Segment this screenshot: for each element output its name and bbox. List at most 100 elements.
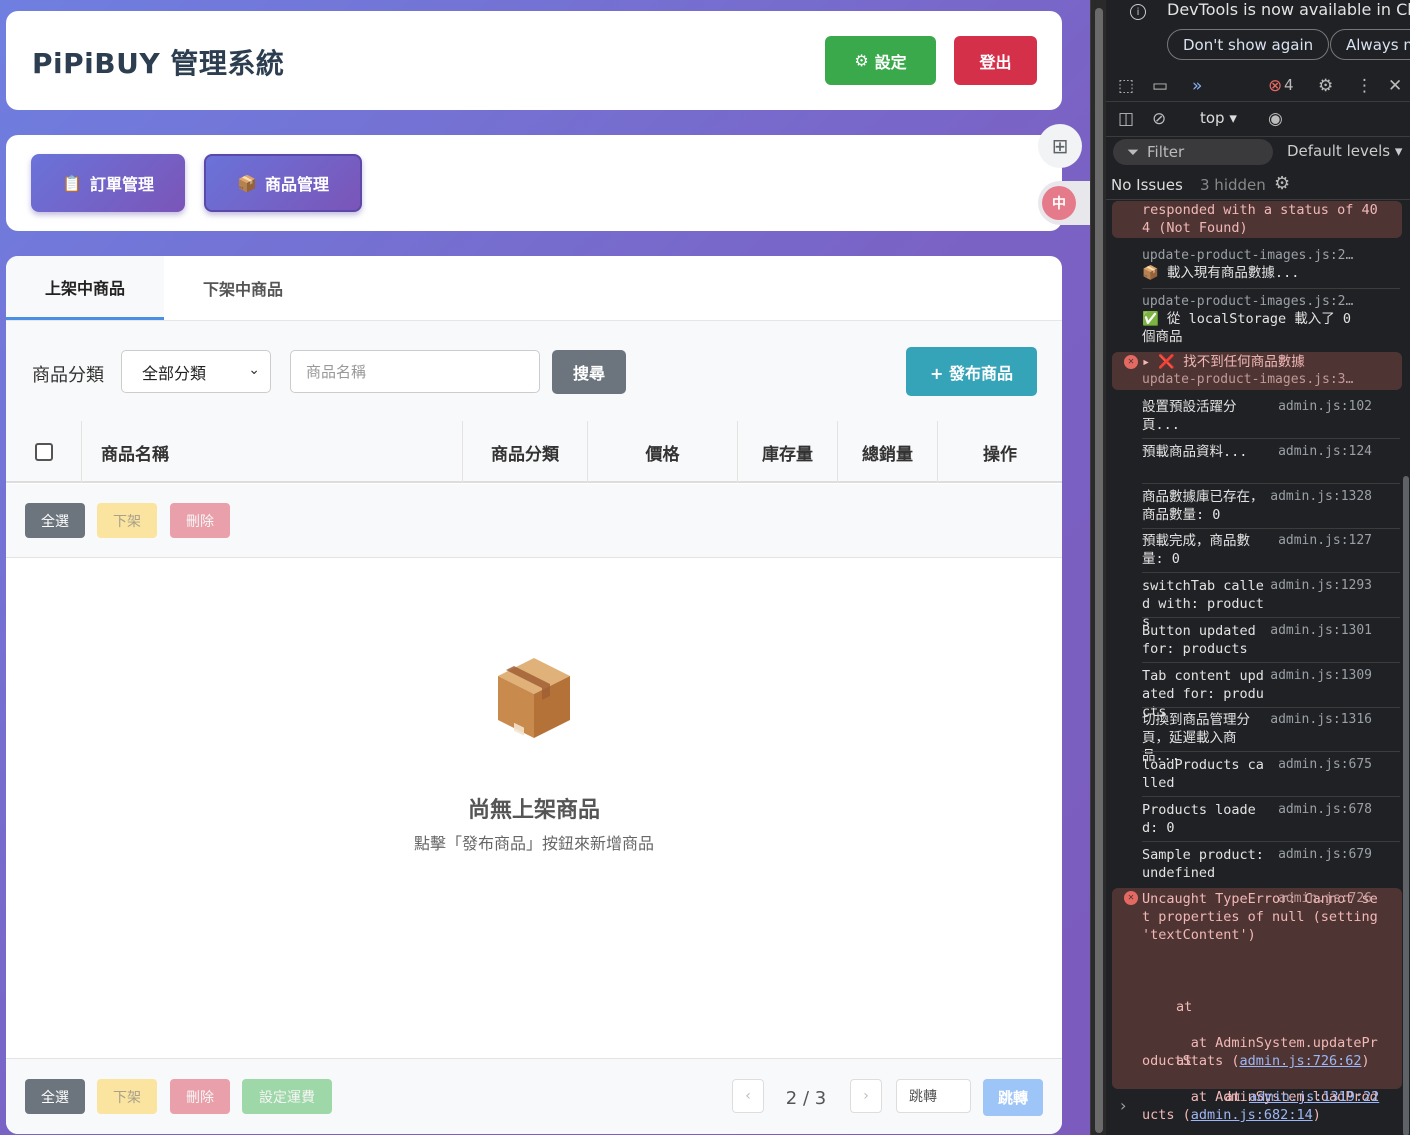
category-select[interactable]: 全部分類 ⌄: [121, 350, 271, 393]
context-value: top: [1200, 109, 1225, 127]
info-icon: i: [1130, 4, 1146, 20]
stack-text: at: [1224, 1089, 1250, 1105]
error-icon[interactable]: ⊗: [1268, 76, 1282, 96]
sidebar-toggle-icon[interactable]: ◫: [1118, 109, 1134, 129]
column-header[interactable]: 商品名稱: [82, 421, 463, 483]
log-text: 商品數據庫已存在，商品數量: 0: [1142, 489, 1264, 523]
column-header[interactable]: 總銷量: [838, 421, 938, 483]
next-page-button[interactable]: ›: [850, 1079, 882, 1113]
context-select[interactable]: top ▾: [1200, 109, 1237, 127]
column-header[interactable]: 商品分類: [463, 421, 588, 483]
clear-console-icon[interactable]: ⊘: [1152, 109, 1166, 129]
console-log-row: 預載商品資料... admin.js:124: [1112, 443, 1402, 479]
console-log-row: 預載完成，商品數量: 0 admin.js:127: [1112, 532, 1402, 568]
log-source[interactable]: admin.js:1328: [1270, 488, 1372, 506]
search-button[interactable]: 搜尋: [552, 350, 626, 394]
console-log-row: 設置預設活躍分頁... admin.js:102: [1112, 398, 1402, 434]
log-source[interactable]: admin.js:726: [1278, 890, 1372, 908]
log-source[interactable]: admin.js:1316: [1270, 711, 1372, 729]
empty-state-hint: 點擊「發布商品」按鈕來新增商品: [413, 834, 654, 853]
log-source[interactable]: admin.js:678: [1278, 801, 1372, 819]
log-source[interactable]: update-product-images.js:3…: [1142, 371, 1372, 389]
column-header[interactable]: 庫存量: [738, 421, 838, 483]
select-all-button[interactable]: 全選: [25, 503, 85, 538]
page-scrollbar[interactable]: [1090, 0, 1106, 1135]
filter-icon: ⏷: [1127, 143, 1140, 161]
set-shipping-button[interactable]: 設定運費: [242, 1079, 332, 1114]
product-name-search-input[interactable]: [290, 350, 540, 393]
more-tabs-icon[interactable]: »: [1192, 76, 1202, 96]
nav-orders-button[interactable]: 📋 訂單管理: [31, 154, 185, 212]
publish-product-button[interactable]: + 發布商品: [906, 347, 1037, 396]
console-filter-input[interactable]: ⏷ Filter: [1113, 139, 1273, 165]
nav-card: 📋 訂單管理 📦 商品管理: [6, 135, 1062, 231]
log-source[interactable]: admin.js:102: [1278, 398, 1372, 416]
column-header[interactable]: 價格: [588, 421, 738, 483]
device-toggle-icon[interactable]: ▭: [1152, 76, 1168, 96]
notice-text: DevTools is now available in Chi: [1167, 0, 1410, 19]
tab-active-products[interactable]: 上架中商品: [6, 256, 164, 320]
header-card: PiPiBUY 管理系統 ⚙ 設定 登出: [6, 11, 1062, 110]
log-text: loadProducts called: [1142, 757, 1264, 791]
log-text: 預載商品資料...: [1142, 444, 1248, 460]
nav-products-button[interactable]: 📦 商品管理: [204, 154, 362, 212]
select-all-checkbox[interactable]: [34, 443, 53, 461]
console-log-row: Tab content updated for: products admin.…: [1112, 667, 1402, 720]
translate-icon: 中: [1042, 186, 1076, 220]
dont-show-again-button[interactable]: Don't show again: [1167, 29, 1330, 60]
translate-button[interactable]: 中: [1038, 181, 1090, 225]
log-source[interactable]: update-product-images.js:2…: [1142, 293, 1372, 311]
console-log-row: Button updated for: products admin.js:13…: [1112, 622, 1402, 658]
log-source[interactable]: admin.js:679: [1278, 846, 1372, 864]
clipboard-icon: 📋: [62, 173, 82, 193]
inspect-icon[interactable]: ⬚: [1118, 76, 1134, 96]
tab-inactive-products[interactable]: 下架中商品: [164, 256, 322, 320]
admin-app: PiPiBUY 管理系統 ⚙ 設定 登出 📋 訂單管理 📦 商品管理 上架中商品…: [0, 0, 1090, 1135]
error-icon: ✕: [1124, 355, 1138, 369]
delete-button[interactable]: 刪除: [170, 1079, 230, 1114]
take-down-button[interactable]: 下架: [97, 1079, 157, 1114]
log-source[interactable]: admin.js:127: [1278, 532, 1372, 550]
category-label: 商品分類: [32, 365, 104, 386]
log-source[interactable]: admin.js:124: [1278, 443, 1372, 461]
console-log-row: Products loaded: 0 admin.js:678: [1112, 801, 1402, 837]
eye-icon[interactable]: ◉: [1268, 109, 1283, 129]
always-match-button[interactable]: Always m: [1330, 29, 1410, 60]
jump-page-input[interactable]: 跳轉: [896, 1079, 971, 1113]
jump-button[interactable]: 跳轉: [983, 1079, 1043, 1116]
error-count: 4: [1284, 76, 1294, 94]
stack-link[interactable]: admin.js:1319:22: [1249, 1089, 1379, 1105]
log-source[interactable]: admin.js:1301: [1270, 622, 1372, 640]
kebab-menu-icon[interactable]: ⋮: [1356, 76, 1373, 96]
table-header: 商品名稱 商品分類 價格 庫存量 總銷量 操作: [6, 421, 1062, 483]
take-down-button[interactable]: 下架: [97, 503, 157, 538]
stack-frame: at admin.js:1319:22: [1142, 1070, 1382, 1124]
settings-button[interactable]: ⚙ 設定: [825, 36, 936, 85]
console-log-row: loadProducts called admin.js:675: [1112, 756, 1402, 792]
log-source[interactable]: admin.js:1309: [1270, 667, 1372, 685]
delete-button[interactable]: 刪除: [170, 503, 230, 538]
batch-actions-top: 全選 下架 刪除: [6, 484, 1062, 558]
sidebar-tool-button[interactable]: ⊞: [1038, 124, 1082, 168]
console-log-row: update-product-images.js:2… 📦 載入現有商品數據..…: [1112, 246, 1402, 284]
log-source[interactable]: admin.js:1293: [1270, 577, 1372, 595]
console-error-row[interactable]: ✕ ▸ ❌ 找不到任何商品數據 update-product-images.js…: [1112, 352, 1402, 390]
log-source[interactable]: admin.js:675: [1278, 756, 1372, 774]
console-prompt[interactable]: ›: [1120, 1096, 1126, 1115]
no-issues-label[interactable]: No Issues: [1111, 176, 1183, 194]
console-scrollbar[interactable]: [1402, 201, 1410, 1135]
gear-icon[interactable]: ⚙: [1318, 76, 1333, 96]
gear-icon[interactable]: ⚙: [1274, 173, 1290, 194]
prev-page-button[interactable]: ‹: [732, 1079, 764, 1113]
page-indicator: 2 / 3: [785, 1088, 827, 1109]
log-text: ▸ ❌ 找不到任何商品數據: [1142, 354, 1305, 370]
levels-label: Default levels: [1287, 142, 1391, 160]
page-title: PiPiBUY 管理系統: [32, 47, 285, 80]
close-icon[interactable]: ✕: [1388, 76, 1402, 96]
log-text: Button updated for: products: [1142, 623, 1264, 657]
logout-button[interactable]: 登出: [954, 36, 1037, 85]
log-source[interactable]: update-product-images.js:2…: [1142, 247, 1372, 265]
select-all-button[interactable]: 全選: [25, 1079, 85, 1114]
products-panel: 上架中商品 下架中商品 商品分類 全部分類 ⌄ 搜尋 + 發布商品 商品名稱 商…: [6, 256, 1062, 1134]
log-levels-select[interactable]: Default levels ▾: [1287, 142, 1402, 160]
